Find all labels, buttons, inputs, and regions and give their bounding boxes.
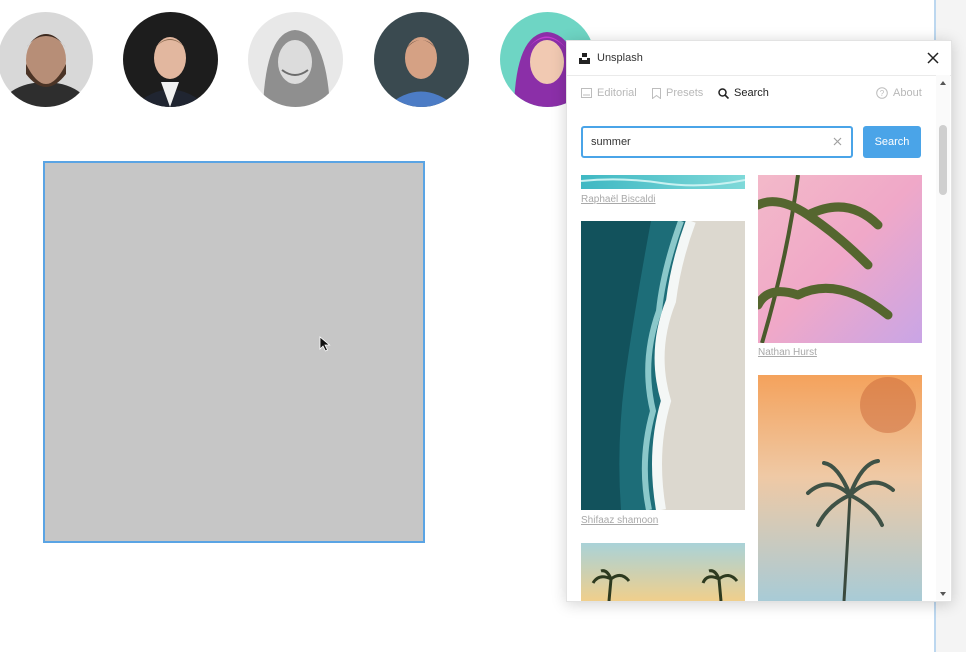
editorial-icon — [581, 88, 592, 98]
tab-search-label: Search — [734, 87, 769, 99]
close-icon[interactable] — [925, 50, 941, 66]
cursor-icon — [319, 336, 331, 352]
search-input[interactable] — [581, 126, 853, 158]
tab-editorial-label: Editorial — [597, 87, 637, 99]
result-photo-5[interactable] — [758, 175, 922, 343]
result-credit-1[interactable]: Raphaël Biscaldi — [581, 194, 656, 205]
svg-text:?: ? — [880, 89, 885, 98]
help-icon: ? — [876, 87, 888, 99]
tab-about[interactable]: ? About — [876, 87, 922, 99]
search-button[interactable]: Search — [863, 126, 921, 158]
tab-editorial[interactable]: Editorial — [581, 87, 637, 99]
results-scrollbar[interactable] — [936, 75, 950, 600]
plugin-titlebar: Unsplash — [567, 41, 951, 76]
result-photo-1[interactable] — [581, 175, 745, 189]
tab-search[interactable]: Search — [718, 87, 769, 99]
tab-presets-label: Presets — [666, 87, 704, 99]
result-credit-2[interactable]: Nathan Hurst — [758, 347, 817, 358]
result-photo-6[interactable] — [758, 375, 922, 601]
result-photo-4[interactable] — [581, 543, 745, 601]
search-icon — [718, 87, 729, 99]
scroll-thumb[interactable] — [939, 125, 947, 195]
avatar-2[interactable] — [123, 12, 218, 107]
result-credit-3[interactable]: Shifaaz shamoon — [581, 515, 658, 526]
clear-icon[interactable] — [833, 137, 842, 146]
plugin-tabs: Editorial Presets Search ? About — [567, 77, 951, 109]
result-photo-2[interactable] — [581, 221, 745, 510]
unsplash-logo-icon — [579, 53, 590, 64]
image-frame-placeholder[interactable] — [43, 161, 425, 543]
tab-presets[interactable]: Presets — [652, 87, 703, 99]
bookmark-icon — [652, 87, 661, 99]
scroll-up-icon[interactable] — [940, 81, 946, 85]
plugin-title: Unsplash — [597, 52, 643, 64]
avatar-4[interactable] — [374, 12, 469, 107]
scroll-down-icon[interactable] — [940, 592, 946, 596]
tab-about-label: About — [893, 87, 922, 99]
avatar-1[interactable] — [0, 12, 93, 107]
avatar-3[interactable] — [248, 12, 343, 107]
unsplash-plugin-window: Unsplash Editorial Presets Search ? Abou… — [566, 40, 952, 602]
